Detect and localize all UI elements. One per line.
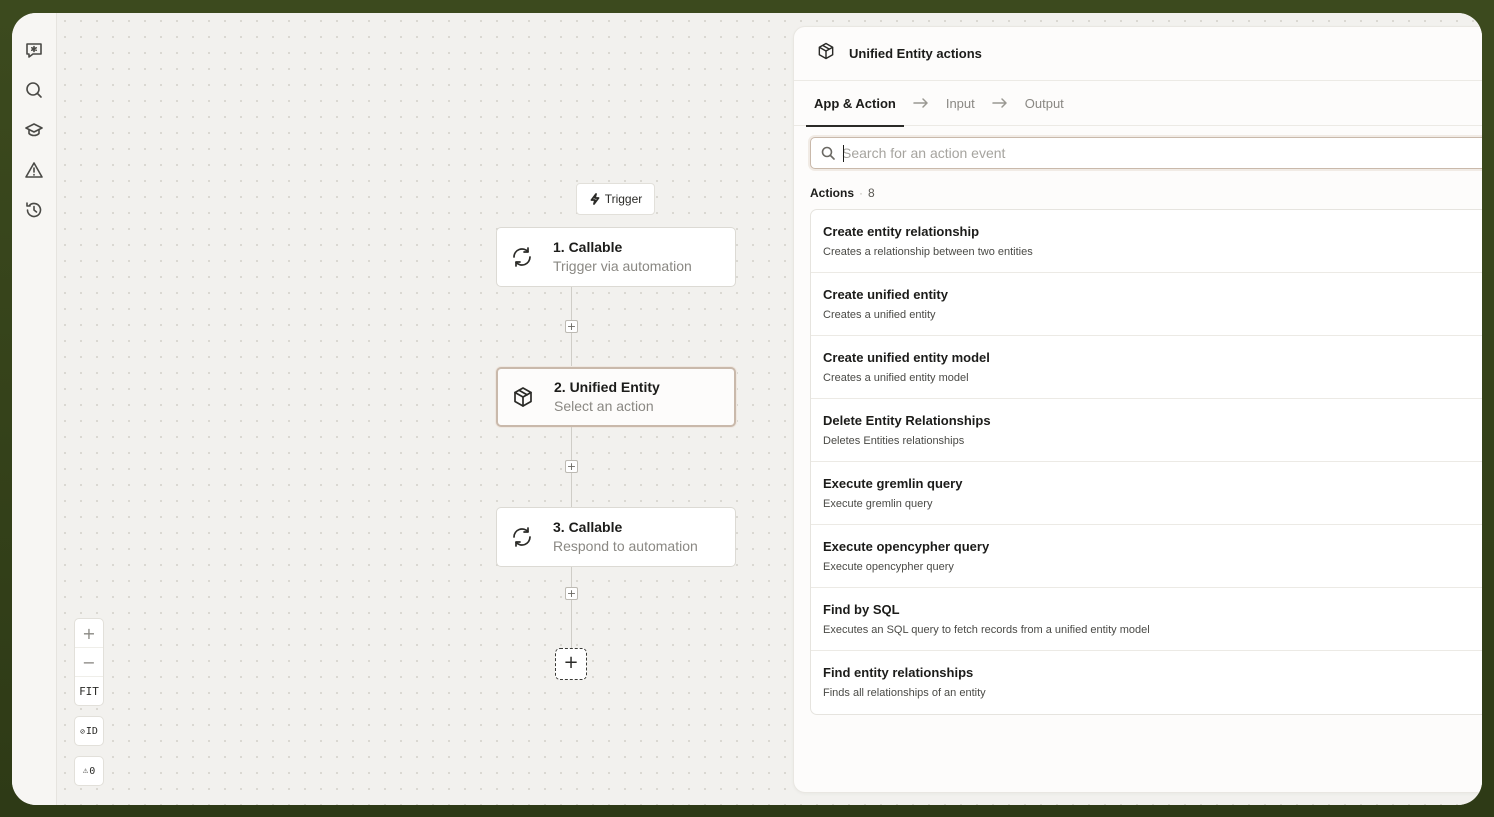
fit-view-button[interactable]: FIT — [75, 677, 103, 706]
action-title: Find by SQL — [823, 602, 900, 617]
trigger-chip[interactable]: Trigger — [576, 183, 655, 215]
workflow-node-1[interactable]: 1. Callable Trigger via automation — [496, 227, 736, 287]
action-description: Finds all relationships of an entity — [823, 687, 986, 699]
node-title: 1. Callable — [553, 239, 623, 255]
actions-header: Actions · 8 — [810, 186, 875, 200]
action-title: Delete Entity Relationships — [823, 413, 991, 428]
refresh-icon — [509, 524, 535, 550]
chat-sparkle-icon[interactable] — [24, 40, 44, 60]
workflow-node-3[interactable]: 3. Callable Respond to automation — [496, 507, 736, 567]
toggle-id-label: ID — [85, 725, 98, 737]
action-search — [810, 137, 1482, 169]
list-item[interactable]: Execute gremlin query Execute gremlin qu… — [811, 462, 1482, 525]
action-title: Execute gremlin query — [823, 476, 963, 491]
actions-list: Create entity relationship Creates a rel… — [810, 209, 1482, 715]
left-rail — [12, 13, 57, 805]
eye-off-icon: ⊘ — [80, 726, 85, 736]
arrow-right-icon — [904, 97, 938, 109]
app-window: Trigger 1. Callable Trigger via automati… — [12, 13, 1482, 805]
list-item[interactable]: Find by SQL Executes an SQL query to fet… — [811, 588, 1482, 651]
add-step-button[interactable]: + — [565, 320, 578, 333]
action-description: Creates a relationship between two entit… — [823, 246, 1033, 258]
lightning-icon — [590, 193, 600, 205]
panel-title: Unified Entity actions — [849, 46, 982, 61]
search-icon[interactable] — [24, 80, 44, 100]
tab-app-action[interactable]: App & Action — [806, 81, 904, 127]
warnings-count: 0 — [89, 765, 96, 777]
connector-line — [571, 567, 572, 648]
search-icon — [821, 146, 835, 160]
action-description: Deletes Entities relationships — [823, 435, 965, 447]
add-step-button[interactable]: + — [565, 587, 578, 600]
action-description: Creates a unified entity — [823, 309, 936, 321]
node-subtitle: Select an action — [554, 398, 654, 414]
add-step-button[interactable]: + — [565, 460, 578, 473]
zoom-out-button[interactable]: − — [75, 648, 103, 677]
refresh-icon — [509, 244, 535, 270]
trigger-label: Trigger — [604, 192, 643, 206]
list-item[interactable]: Create entity relationship Creates a rel… — [811, 210, 1482, 273]
workflow-canvas[interactable]: Trigger 1. Callable Trigger via automati… — [57, 13, 1482, 805]
warning-icon[interactable] — [24, 160, 44, 180]
action-description: Executes an SQL query to fetch records f… — [823, 624, 1150, 636]
toggle-id-button[interactable]: ⊘ ID — [74, 716, 104, 746]
actions-label: Actions — [810, 186, 855, 200]
list-item[interactable]: Create unified entity model Creates a un… — [811, 336, 1482, 399]
warning-icon: ⚠ — [82, 766, 89, 776]
actions-count: 8 — [868, 186, 875, 200]
action-title: Execute opencypher query — [823, 539, 990, 554]
list-item[interactable]: Create unified entity Creates a unified … — [811, 273, 1482, 336]
warnings-button[interactable]: ⚠ 0 — [74, 756, 104, 786]
zoom-controls: + − FIT — [74, 618, 104, 706]
list-item[interactable]: Execute opencypher query Execute opencyp… — [811, 525, 1482, 588]
separator-dot: · — [859, 186, 864, 200]
action-title: Create unified entity model — [823, 350, 990, 365]
action-search-input[interactable] — [842, 145, 1482, 161]
history-icon[interactable] — [24, 200, 44, 220]
node-subtitle: Respond to automation — [553, 538, 698, 554]
tab-input[interactable]: Input — [938, 81, 983, 126]
node-title: 2. Unified Entity — [554, 379, 660, 395]
action-title: Create entity relationship — [823, 224, 980, 239]
action-description: Execute gremlin query — [823, 498, 933, 510]
graduation-cap-icon[interactable] — [24, 120, 44, 140]
package-icon — [816, 41, 836, 66]
action-description: Execute opencypher query — [823, 561, 954, 573]
action-title: Find entity relationships — [823, 665, 974, 680]
action-description: Creates a unified entity model — [823, 372, 969, 384]
arrow-right-icon — [983, 97, 1017, 109]
action-title: Create unified entity — [823, 287, 948, 302]
panel-tabs: App & Action Input Output — [794, 81, 1482, 127]
text-caret — [843, 145, 844, 162]
node-subtitle: Trigger via automation — [553, 258, 692, 274]
zoom-in-button[interactable]: + — [75, 619, 103, 648]
actions-panel: Unified Entity actions App & Action Inpu… — [793, 26, 1482, 793]
add-final-step-button[interactable]: + — [555, 648, 587, 680]
list-item[interactable]: Delete Entity Relationships Deletes Enti… — [811, 399, 1482, 462]
panel-header: Unified Entity actions — [794, 27, 1482, 81]
list-item[interactable]: Find entity relationships Finds all rela… — [811, 651, 1482, 714]
workflow-node-2[interactable]: 2. Unified Entity Select an action — [496, 367, 736, 427]
package-icon — [510, 384, 536, 410]
node-title: 3. Callable — [553, 519, 623, 535]
tab-output[interactable]: Output — [1017, 81, 1072, 126]
